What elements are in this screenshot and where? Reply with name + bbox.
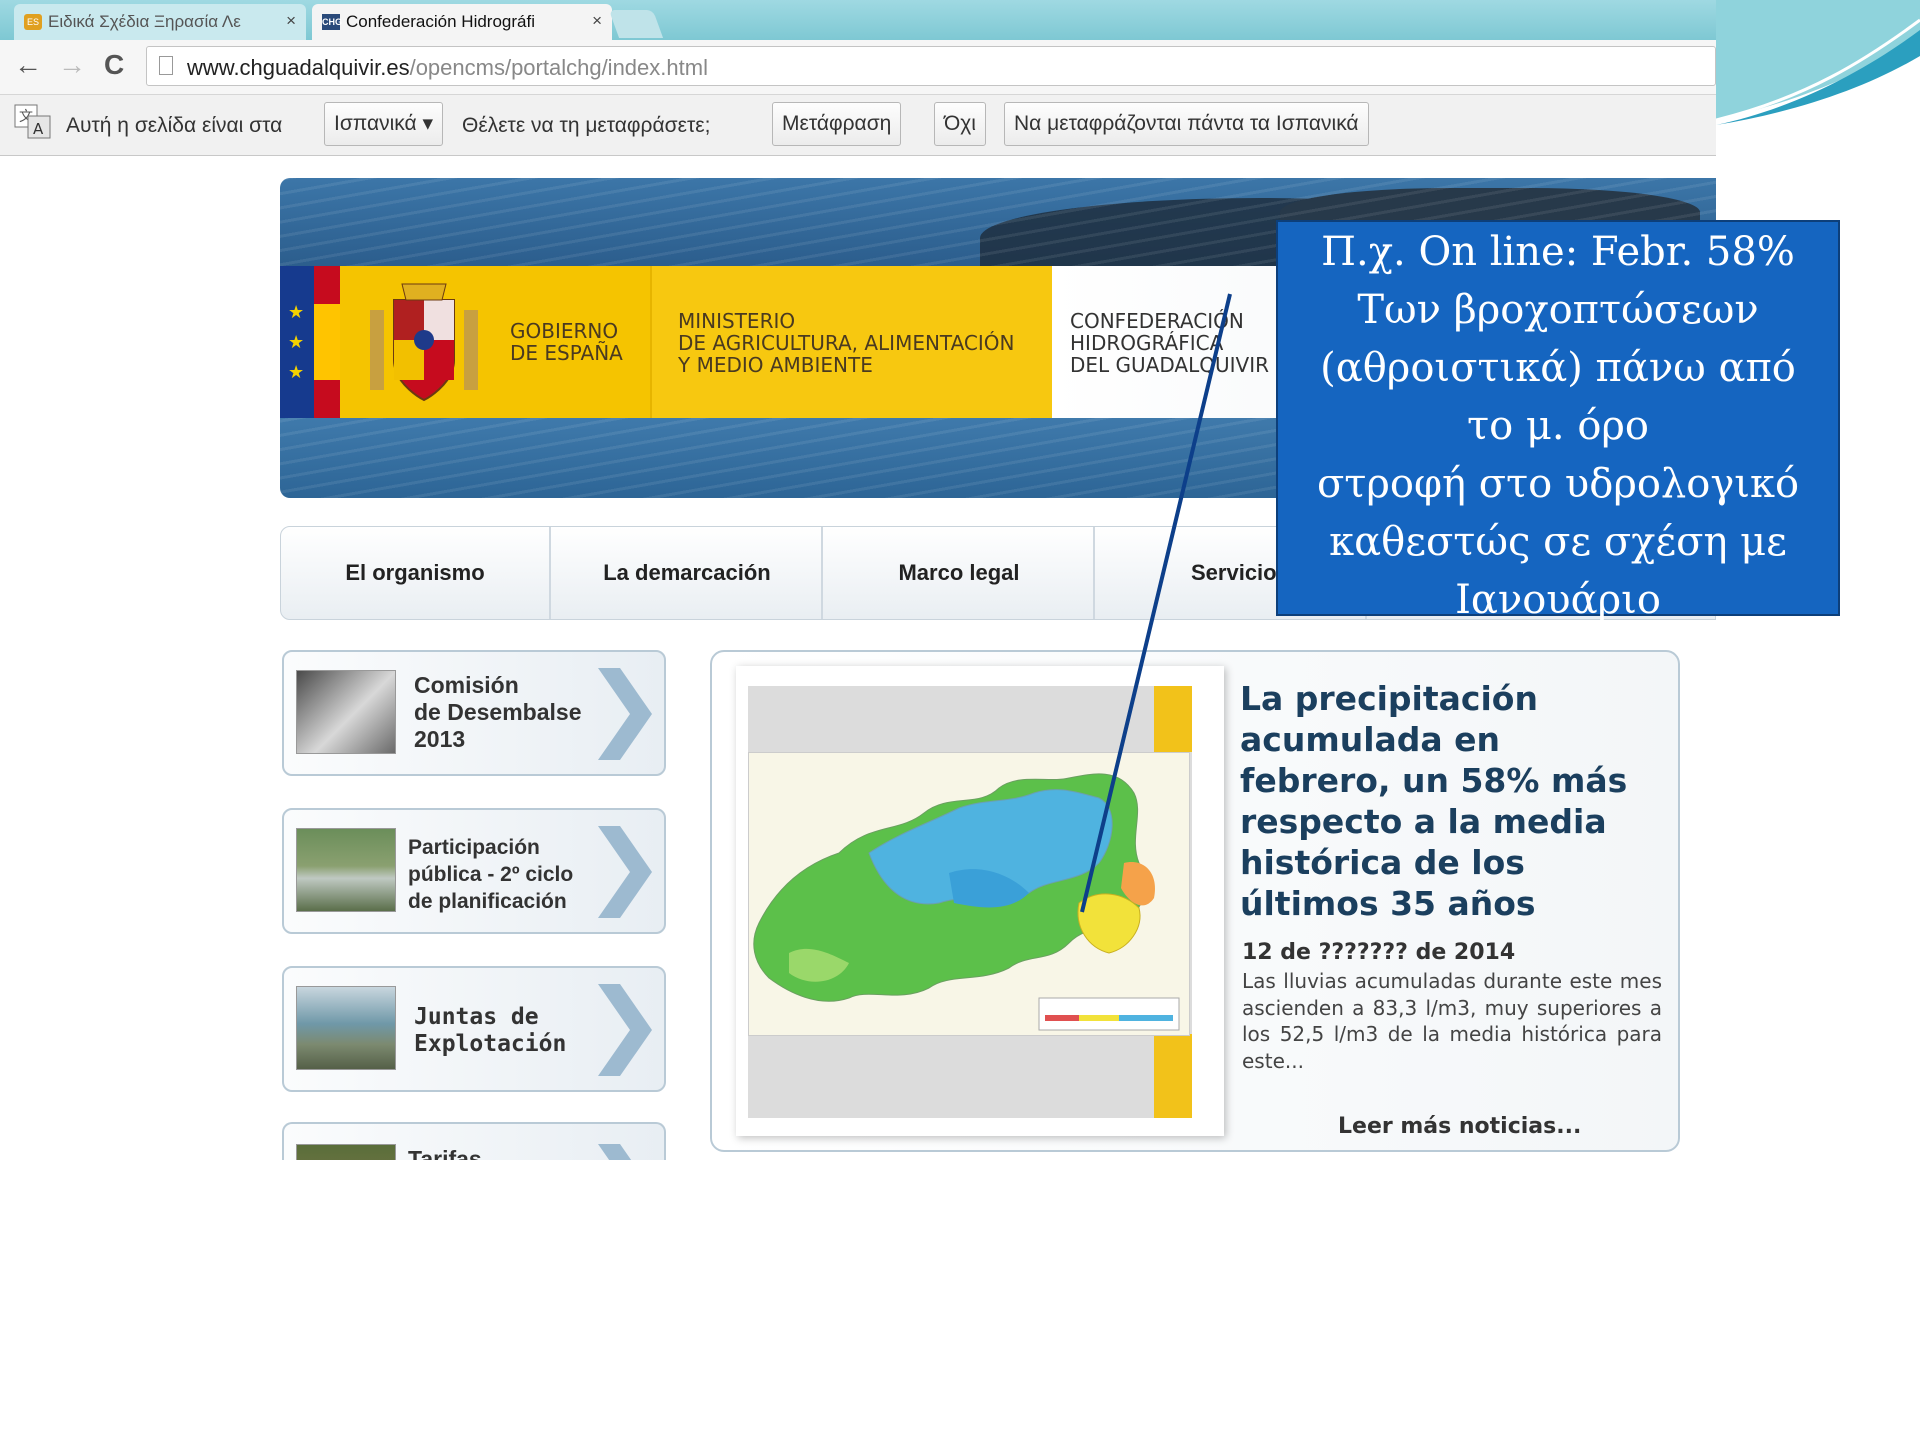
no-button[interactable]: Όχι — [934, 102, 986, 146]
navigation-bar: ← → C www.chguadalquivir.es/opencms/port… — [0, 40, 1716, 95]
news-summary: Las lluvias acumuladas durante este mes … — [1242, 969, 1662, 1073]
tab-title: Ειδικά Σχέδια Ξηρασία Λε — [48, 12, 241, 31]
reload-icon[interactable]: C — [104, 49, 124, 81]
tab-confederacion[interactable]: CHG Confederación Hidrográfi × — [312, 4, 612, 40]
chevron-right-icon — [598, 668, 652, 760]
language-select[interactable]: Ισπανικά ▾ — [324, 102, 444, 146]
side-card-label: Juntas de Explotación — [414, 1004, 567, 1057]
news-box[interactable]: La precipitación acumulada en febrero, u… — [710, 650, 1680, 1152]
side-card-tarifas[interactable]: Tarifas — [282, 1122, 666, 1160]
confederation-name: CONFEDERACIÓN HIDROGRÁFICA DEL GUADALQUI… — [1070, 309, 1269, 377]
translate-question: Θέλετε να τη μεταφράσετε; — [462, 114, 711, 137]
chevron-right-icon — [598, 984, 652, 1076]
tab-favicon: ES — [24, 14, 42, 30]
side-card-label: Participación pública - 2º ciclo de plan… — [408, 836, 574, 913]
annotation-callout: Π.χ. On line: Febr. 58% Των βροχοπτώσεων… — [1276, 220, 1840, 623]
url-text[interactable]: www.chguadalquivir.es/opencms/portalchg/… — [187, 55, 708, 81]
tariff-photo — [296, 1144, 396, 1160]
svg-text:A: A — [33, 120, 44, 138]
side-card-label: Tarifas — [408, 1146, 482, 1160]
tab-title: Confederación Hidrográfi — [346, 12, 535, 31]
news-date: 12 de ??????? de 2014 — [1242, 940, 1516, 965]
url-path: /opencms/portalchg/index.html — [409, 55, 708, 80]
chevron-right-icon — [598, 826, 652, 918]
ministry-name: MINISTERIO DE AGRICULTURA, ALIMENTACIÓN … — [678, 309, 1015, 377]
always-translate-button[interactable]: Να μεταφράζονται πάντα τα Ισπανικά — [1004, 102, 1369, 146]
coat-of-arms-icon — [370, 283, 478, 402]
reservoir-photo — [296, 986, 396, 1070]
tab-favicon: CHG — [322, 14, 342, 30]
callout-line: Ιανουάριο — [1455, 577, 1661, 623]
precipitation-map — [748, 752, 1190, 1036]
slide-decoration — [1716, 0, 1920, 125]
river-photo — [296, 828, 396, 912]
forward-button[interactable]: → — [58, 49, 86, 81]
new-tab-button[interactable] — [608, 10, 664, 38]
side-card-label: Comisión de Desembalse 2013 — [414, 672, 582, 752]
side-card-comision[interactable]: Comisión de Desembalse 2013 — [282, 650, 666, 776]
close-tab-icon[interactable]: × — [592, 11, 602, 31]
translate-icon: 文 A — [14, 104, 51, 139]
government-name: GOBIERNO DE ESPAÑA — [510, 319, 623, 365]
callout-line: καθεστώς σε σχέση με — [1329, 519, 1787, 565]
side-card-participacion[interactable]: Participación pública - 2º ciclo de plan… — [282, 808, 666, 934]
accent-bar — [1154, 1034, 1192, 1118]
url-host: www.chguadalquivir.es — [187, 55, 410, 80]
tab-drought-plans[interactable]: ES Ειδικά Σχέδια Ξηρασία Λε × — [14, 4, 306, 40]
chevron-right-icon — [598, 1144, 632, 1160]
dam-photo — [296, 670, 396, 754]
more-news-link[interactable]: Leer más noticias... — [1338, 1114, 1581, 1139]
callout-line: (αθροιστικά) πάνω από — [1320, 345, 1796, 391]
eu-flag: ★ ★ ★ — [280, 266, 314, 418]
callout-line: Π.χ. On line: Febr. 58% — [1321, 229, 1795, 275]
close-tab-icon[interactable]: × — [286, 11, 296, 31]
callout-line: στροφή στο υδρολογικό — [1316, 461, 1800, 507]
address-bar[interactable]: www.chguadalquivir.es/opencms/portalchg/… — [146, 46, 1716, 86]
tab-strip: ES Ειδικά Σχέδια Ξηρασία Λε × CHG Confed… — [0, 0, 1716, 40]
callout-line: το μ. όρο — [1466, 403, 1650, 449]
menu-item-demarcacion[interactable]: La demarcación — [553, 527, 823, 619]
translate-button[interactable]: Μετάφραση — [772, 102, 902, 146]
side-card-juntas[interactable]: Juntas de Explotación — [282, 966, 666, 1092]
news-image-frame — [736, 666, 1224, 1136]
menu-item-marco-legal[interactable]: Marco legal — [825, 527, 1095, 619]
menu-item-organismo[interactable]: El organismo — [281, 527, 551, 619]
spain-flag — [314, 266, 340, 418]
callout-line: Των βροχοπτώσεων — [1357, 287, 1759, 333]
slide-empty-area — [0, 1160, 1920, 1440]
basin-map-graphic — [753, 773, 1180, 1031]
accent-bar — [1154, 686, 1192, 752]
page-icon — [159, 56, 173, 75]
back-button[interactable]: ← — [14, 49, 42, 81]
translate-prompt: Αυτή η σελίδα είναι στα — [66, 114, 283, 137]
news-headline[interactable]: La precipitación acumulada en febrero, u… — [1240, 678, 1660, 924]
